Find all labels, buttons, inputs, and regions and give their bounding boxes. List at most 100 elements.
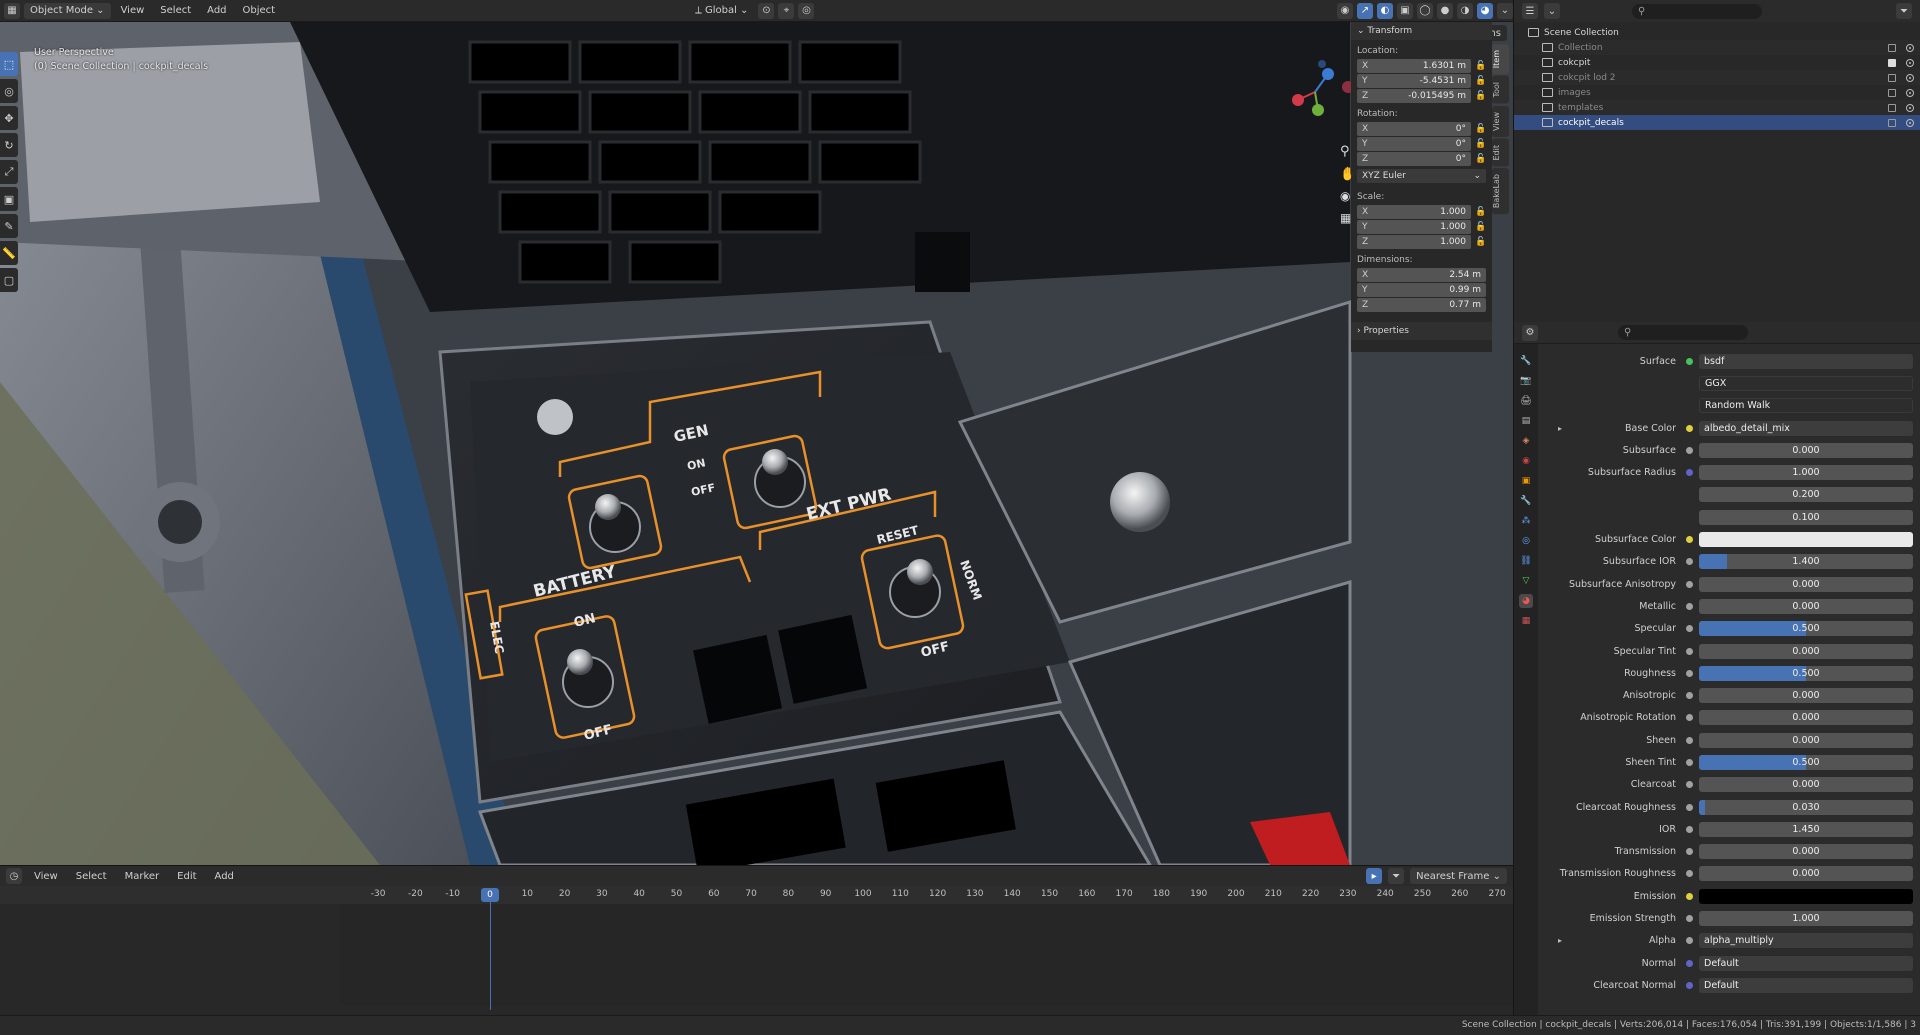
tab-item[interactable]: Item [1492,44,1509,75]
socket-icon[interactable] [1686,424,1693,432]
properties-search-input[interactable]: ⚲ [1618,325,1748,340]
linked-input[interactable]: bsdf [1699,353,1913,369]
timeline-menu-marker[interactable]: Marker [119,868,166,884]
linked-input[interactable]: Default [1699,955,1913,971]
display-mode-icon[interactable]: ⌄ [1544,3,1560,19]
socket-icon[interactable] [1686,625,1693,633]
socket-icon[interactable] [1686,669,1693,677]
exclude-checkbox[interactable] [1888,88,1896,97]
constraints-tab-icon[interactable]: ⛓ [1519,554,1533,568]
timeline-menu-view[interactable]: View [28,868,64,884]
visibility-eye-icon[interactable] [1906,43,1914,52]
value-slider[interactable]: 1.000 [1699,465,1913,481]
value-slider[interactable]: 1.000 [1699,911,1913,927]
orientation-dropdown[interactable]: ⟂ Global ⌄ [689,3,754,19]
material-tab-icon[interactable]: ◕ [1519,594,1533,608]
value-slider[interactable]: 0.000 [1699,777,1913,793]
lock-icon[interactable]: 🔓 [1474,205,1488,219]
socket-icon[interactable] [1686,937,1693,945]
outliner-item[interactable]: images [1514,85,1920,100]
value-slider[interactable]: 0.000 [1699,844,1913,860]
socket-icon[interactable] [1686,870,1693,878]
dimension-z-field[interactable]: Z 0.77 m [1357,298,1486,312]
axis-y-icon[interactable] [1312,104,1324,116]
timeline-editor-type-icon[interactable]: ◷ [6,868,22,884]
lock-icon[interactable]: 🔓 [1474,74,1488,88]
transform-tool-icon[interactable]: ▣ [0,187,18,211]
value-slider[interactable]: 0.200 [1699,487,1913,503]
socket-icon[interactable] [1686,781,1693,789]
value-slider[interactable]: 0.000 [1699,710,1913,726]
axis-z-icon[interactable] [1322,68,1334,80]
3d-viewport[interactable]: GEN ON OFF EXT PWR RESET NORM OFF BATTER… [0,22,1513,865]
add-cube-tool-icon[interactable]: ▢ [0,268,18,292]
value-slider[interactable]: 0.500 [1699,754,1913,770]
select-mode-icon[interactable]: ▸ [1366,868,1383,884]
shading-options-icon[interactable]: ⌄ [1497,2,1513,19]
dimension-x-field[interactable]: X 2.54 m [1357,268,1486,282]
axis-x-icon[interactable] [1292,94,1304,106]
visibility-eye-icon[interactable] [1906,88,1914,97]
socket-icon[interactable] [1686,602,1693,610]
exclude-checkbox[interactable] [1888,73,1896,82]
socket-icon[interactable] [1686,758,1693,766]
current-frame-indicator[interactable]: 0 [481,888,499,902]
world-tab-icon[interactable]: ◉ [1519,454,1533,468]
rotation-mode-dropdown[interactable]: XYZ Euler ⌄ [1357,169,1486,183]
annotate-tool-icon[interactable]: ✎ [0,214,18,238]
dropdown[interactable]: GGX [1699,375,1913,391]
location-x-field[interactable]: X 1.6301 m [1357,59,1471,73]
lock-icon[interactable]: 🔓 [1474,59,1488,73]
modifier-tab-icon[interactable]: 🔧 [1519,494,1533,508]
scale-x-field[interactable]: X 1.000 [1357,205,1471,219]
socket-icon[interactable] [1686,692,1693,700]
expand-arrow-icon[interactable]: ▸ [1558,936,1562,945]
exclude-checkbox[interactable] [1888,103,1896,112]
timeline-menu-edit[interactable]: Edit [171,868,202,884]
outliner-item[interactable]: templates [1514,100,1920,115]
outliner-item[interactable]: cokcpit [1514,55,1920,70]
timeline-menu-add[interactable]: Add [209,868,240,884]
select-tool-icon[interactable]: ⬚ [0,52,18,76]
snap-icon[interactable]: ⌖ [778,2,795,19]
lock-icon[interactable]: 🔓 [1474,122,1488,136]
menu-view[interactable]: View [115,3,151,19]
snap-dropdown[interactable]: Nearest Frame ⌄ [1410,868,1507,884]
pivot-icon[interactable]: ⊙ [758,2,775,19]
scale-y-field[interactable]: Y 1.000 [1357,220,1471,234]
outliner-item[interactable]: cockpit_decals [1514,115,1920,130]
rotation-x-field[interactable]: X 0° [1357,122,1471,136]
value-slider[interactable]: 0.000 [1699,442,1913,458]
socket-icon[interactable] [1686,959,1693,967]
overlay-toggle-icon[interactable]: ◐ [1377,2,1393,19]
tool-tab-icon[interactable]: 🔧 [1519,354,1533,368]
exclude-checkbox[interactable] [1888,118,1896,127]
menu-add[interactable]: Add [201,3,232,19]
exclude-checkbox[interactable] [1888,43,1896,52]
value-slider[interactable]: 0.000 [1699,576,1913,592]
socket-icon[interactable] [1686,915,1693,923]
socket-icon[interactable] [1686,825,1693,833]
rotation-y-field[interactable]: Y 0° [1357,137,1471,151]
visibility-eye-icon[interactable] [1906,58,1914,67]
timeline-menu-select[interactable]: Select [70,868,113,884]
ortho-grid-icon[interactable]: ▦ [1340,211,1351,225]
data-tab-icon[interactable]: ▽ [1519,574,1533,588]
value-slider[interactable]: 1.400 [1699,554,1913,570]
xray-icon[interactable]: ▣ [1397,2,1413,19]
scene-tab-icon[interactable]: ◈ [1519,434,1533,448]
menu-select[interactable]: Select [154,3,197,19]
shading-solid-icon[interactable]: ● [1437,2,1453,19]
transform-header[interactable]: ⌄ Transform [1351,22,1492,40]
outliner-editor-type-icon[interactable]: ☰ [1522,3,1538,19]
value-slider[interactable]: 0.100 [1699,509,1913,525]
socket-icon[interactable] [1686,580,1693,588]
tab-edit[interactable]: Edit [1492,138,1509,167]
socket-icon[interactable] [1686,536,1693,544]
lock-icon[interactable]: 🔓 [1474,137,1488,151]
exclude-checkbox[interactable] [1888,58,1896,67]
outliner-item[interactable]: Collection [1514,40,1920,55]
value-slider[interactable]: 0.000 [1699,732,1913,748]
outliner-search-input[interactable]: ⚲ [1632,3,1762,19]
menu-object[interactable]: Object [237,3,282,19]
